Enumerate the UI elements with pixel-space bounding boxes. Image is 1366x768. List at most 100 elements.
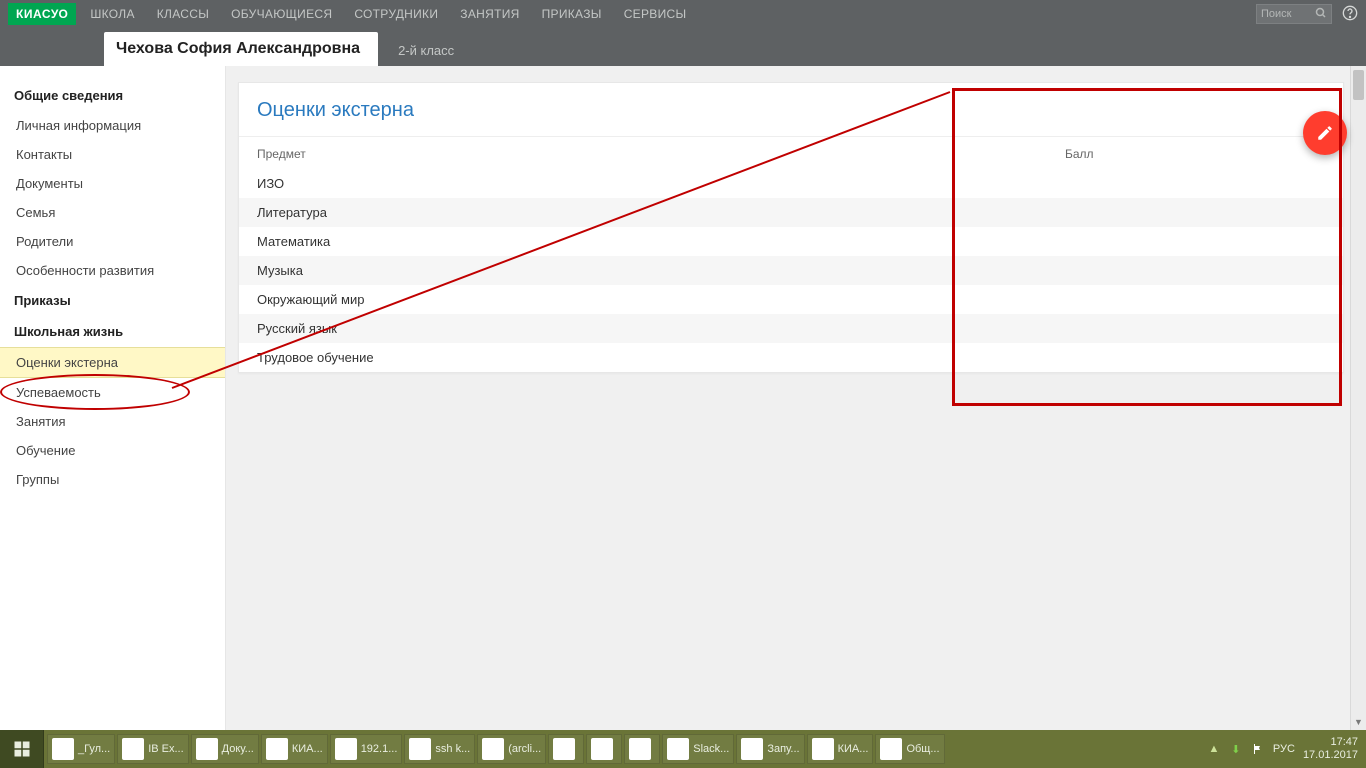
taskbar-app-icon bbox=[741, 738, 763, 760]
taskbar-app-icon bbox=[335, 738, 357, 760]
system-tray: ▲ ⬇ РУС 17:47 17.01.2017 bbox=[1207, 730, 1366, 768]
taskbar-item[interactable]: 192.1... bbox=[330, 734, 403, 764]
main-content: Оценки экстерна Предмет Балл ИЗО Литерат… bbox=[226, 66, 1366, 730]
taskbar-app-icon bbox=[196, 738, 218, 760]
taskbar-item[interactable]: Slack... bbox=[662, 734, 734, 764]
sub-navbar: Чехова София Александровна 2-й класс bbox=[0, 28, 1366, 66]
taskbar-item-label: КИА... bbox=[838, 743, 869, 755]
taskbar-item[interactable]: КИА... bbox=[807, 734, 874, 764]
taskbar-item[interactable]: Общ... bbox=[875, 734, 944, 764]
taskbar-item-label: Slack... bbox=[693, 743, 729, 755]
sidebar-item-contacts[interactable]: Контакты bbox=[0, 140, 225, 169]
taskbar-item[interactable]: КИА... bbox=[261, 734, 328, 764]
table-header: Предмет Балл bbox=[239, 137, 1343, 169]
sidebar-group-school-life: Школьная жизнь bbox=[0, 316, 225, 347]
sidebar-item-documents[interactable]: Документы bbox=[0, 169, 225, 198]
taskbar-item[interactable] bbox=[548, 734, 584, 764]
taskbar-app-icon bbox=[880, 738, 902, 760]
clock-date: 17.01.2017 bbox=[1303, 749, 1358, 762]
taskbar-app-icon bbox=[122, 738, 144, 760]
sidebar-group-general: Общие сведения bbox=[0, 80, 225, 111]
taskbar-item[interactable]: _Гул... bbox=[47, 734, 115, 764]
taskbar-app-icon bbox=[629, 738, 651, 760]
nav-students[interactable]: ОБУЧАЮЩИЕСЯ bbox=[231, 7, 332, 21]
clock-time: 17:47 bbox=[1303, 736, 1358, 749]
taskbar-app-icon bbox=[553, 738, 575, 760]
app-logo[interactable]: КИАСУО bbox=[8, 3, 76, 25]
subject-cell: Литература bbox=[257, 205, 327, 220]
taskbar-app-icon bbox=[266, 738, 288, 760]
subject-cell: Трудовое обучение bbox=[257, 350, 374, 365]
tray-language[interactable]: РУС bbox=[1273, 743, 1295, 755]
taskbar-item[interactable] bbox=[586, 734, 622, 764]
taskbar-app-icon bbox=[812, 738, 834, 760]
scroll-down-icon[interactable]: ▼ bbox=[1351, 714, 1366, 730]
nav-school[interactable]: ШКОЛА bbox=[90, 7, 134, 21]
taskbar-item[interactable] bbox=[624, 734, 660, 764]
table-row: Литература bbox=[239, 198, 1343, 227]
tray-flag-icon[interactable] bbox=[1251, 742, 1265, 756]
subject-cell: Музыка bbox=[257, 263, 303, 278]
sidebar-item-education[interactable]: Обучение bbox=[0, 436, 225, 465]
sidebar-item-groups[interactable]: Группы bbox=[0, 465, 225, 494]
tray-up-icon[interactable]: ▲ bbox=[1207, 742, 1221, 756]
sidebar-item-extern-grades[interactable]: Оценки экстерна bbox=[0, 347, 225, 378]
start-button[interactable] bbox=[0, 730, 44, 768]
sidebar-item-progress[interactable]: Успеваемость bbox=[0, 378, 225, 407]
taskbar-item-label: Доку... bbox=[222, 743, 254, 755]
taskbar-item[interactable]: (arcli... bbox=[477, 734, 546, 764]
nav-orders[interactable]: ПРИКАЗЫ bbox=[542, 7, 602, 21]
tray-download-icon[interactable]: ⬇ bbox=[1229, 742, 1243, 756]
sidebar-item-parents[interactable]: Родители bbox=[0, 227, 225, 256]
nav-services[interactable]: СЕРВИСЫ bbox=[624, 7, 687, 21]
col-subject: Предмет bbox=[257, 147, 1065, 161]
table-row: Окружающий мир bbox=[239, 285, 1343, 314]
taskbar-item[interactable]: Доку... bbox=[191, 734, 259, 764]
sidebar: Общие сведения Личная информация Контакт… bbox=[0, 66, 226, 730]
sidebar-item-family[interactable]: Семья bbox=[0, 198, 225, 227]
scroll-thumb[interactable] bbox=[1353, 70, 1364, 100]
taskbar-item-label: ssh k... bbox=[435, 743, 470, 755]
taskbar-item-label: 192.1... bbox=[361, 743, 398, 755]
search-icon bbox=[1315, 7, 1327, 22]
nav-classes[interactable]: КЛАССЫ bbox=[157, 7, 209, 21]
windows-taskbar: _Гул... IB Ex... Доку... КИА... 192.1... ssh … bbox=[0, 730, 1366, 768]
tray-clock[interactable]: 17:47 17.01.2017 bbox=[1303, 736, 1358, 761]
card-title: Оценки экстерна bbox=[239, 83, 1343, 137]
subject-cell: Русский язык bbox=[257, 321, 337, 336]
sidebar-item-lessons[interactable]: Занятия bbox=[0, 407, 225, 436]
nav-staff[interactable]: СОТРУДНИКИ bbox=[354, 7, 438, 21]
windows-icon bbox=[13, 740, 31, 758]
search-input[interactable]: Поиск bbox=[1256, 4, 1332, 24]
table-row: ИЗО bbox=[239, 169, 1343, 198]
subject-cell: Окружающий мир bbox=[257, 292, 364, 307]
tab-student-name[interactable]: Чехова София Александровна bbox=[104, 32, 378, 66]
taskbar-item[interactable]: Запу... bbox=[736, 734, 804, 764]
pencil-icon bbox=[1316, 124, 1334, 142]
taskbar-app-icon bbox=[667, 738, 689, 760]
col-score: Балл bbox=[1065, 147, 1325, 161]
taskbar-app-icon bbox=[52, 738, 74, 760]
taskbar-item-label: _Гул... bbox=[78, 743, 110, 755]
edit-button[interactable] bbox=[1303, 111, 1347, 155]
top-navbar: КИАСУО ШКОЛА КЛАССЫ ОБУЧАЮЩИЕСЯ СОТРУДНИ… bbox=[0, 0, 1366, 28]
help-icon[interactable] bbox=[1342, 5, 1358, 24]
taskbar-item-label: Запу... bbox=[767, 743, 799, 755]
taskbar-item-label: КИА... bbox=[292, 743, 323, 755]
taskbar-item-label: IB Ex... bbox=[148, 743, 183, 755]
table-row: Музыка bbox=[239, 256, 1343, 285]
subject-cell: Математика bbox=[257, 234, 330, 249]
taskbar-item[interactable]: IB Ex... bbox=[117, 734, 188, 764]
sidebar-group-orders: Приказы bbox=[0, 285, 225, 316]
taskbar-item-label: Общ... bbox=[906, 743, 939, 755]
taskbar-item-label: (arcli... bbox=[508, 743, 541, 755]
taskbar-app-icon bbox=[591, 738, 613, 760]
vertical-scrollbar[interactable]: ▲ ▼ bbox=[1350, 66, 1366, 730]
tab-class[interactable]: 2-й класс bbox=[386, 35, 466, 66]
sidebar-item-personal[interactable]: Личная информация bbox=[0, 111, 225, 140]
taskbar-item[interactable]: ssh k... bbox=[404, 734, 475, 764]
nav-lessons[interactable]: ЗАНЯТИЯ bbox=[460, 7, 519, 21]
sidebar-item-specialties[interactable]: Особенности развития bbox=[0, 256, 225, 285]
taskbar-app-icon bbox=[409, 738, 431, 760]
table-row: Русский язык bbox=[239, 314, 1343, 343]
